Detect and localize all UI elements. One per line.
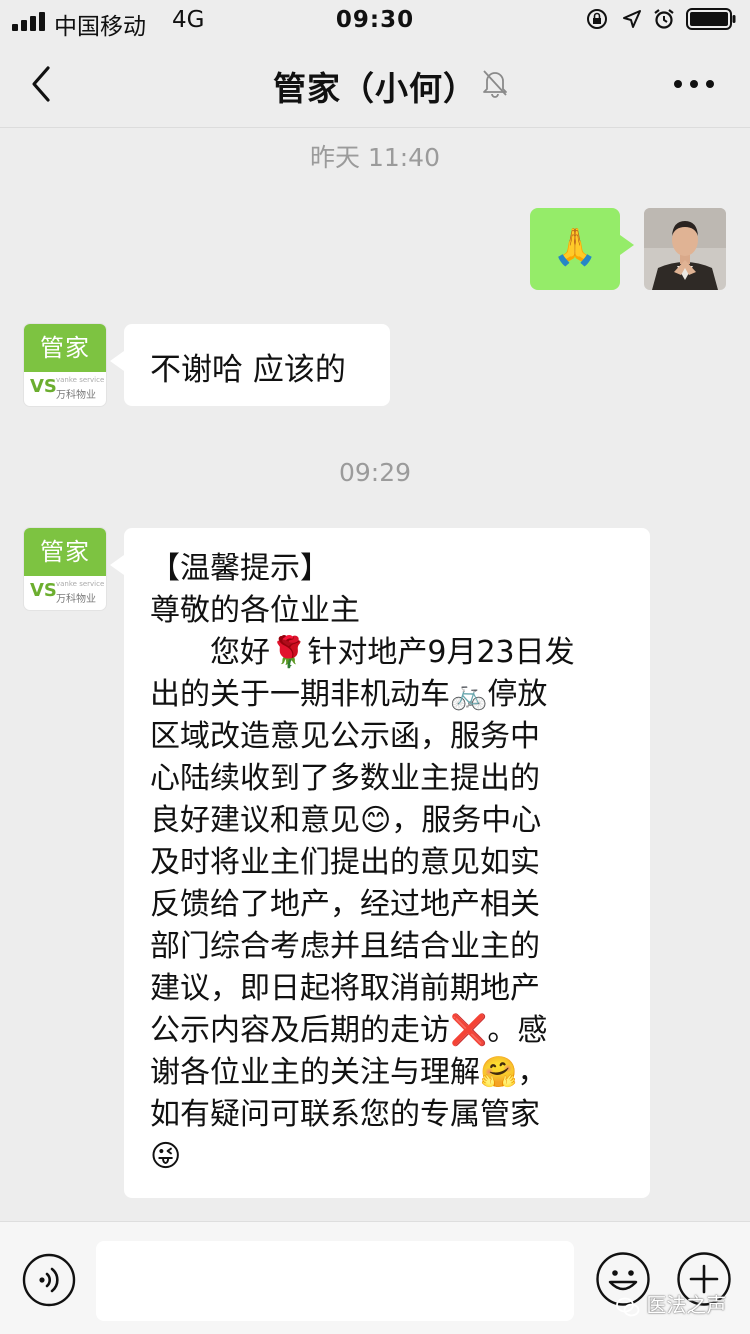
vanke-logo-cn: 万科物业: [56, 390, 96, 401]
notice-line: 😜: [150, 1139, 182, 1174]
carrier-label: 中国移动: [54, 14, 146, 40]
vanke-logo-en: vanke service: [56, 376, 105, 384]
vanke-logo-cn: 万科物业: [56, 594, 96, 605]
battery-icon: [686, 8, 736, 30]
notice-line: 良好建议和意见😊，服务中心: [150, 803, 542, 838]
notice-line: 部门综合考虑并且结合业主的: [150, 929, 540, 964]
notice-line: 如有疑问可联系您的专属管家: [150, 1097, 540, 1132]
my-avatar[interactable]: [644, 208, 726, 290]
alarm-icon: [654, 9, 674, 29]
message-text: 不谢哈 应该的: [150, 352, 346, 388]
message-input[interactable]: [96, 1241, 574, 1321]
mute-bell-icon: [483, 70, 507, 98]
notice-line: 反馈给了地产，经过地产相关: [150, 887, 540, 922]
chat-title: 管家（小何）: [273, 69, 477, 108]
title-wrap: 管家（小何）: [0, 62, 750, 110]
signal-icon: [12, 12, 45, 31]
wechat-logo-icon: [616, 1297, 640, 1316]
message-list[interactable]: 昨天 11:40 🙏 管家 VS vanke service 万科物业 不谢哈 …: [0, 129, 750, 1221]
rotation-lock-icon: [587, 9, 607, 29]
location-arrow-icon: [623, 10, 641, 28]
chat-header: 管家（小何）: [0, 40, 750, 128]
notice-line: 区域改造意见公示函，服务中: [150, 719, 540, 754]
vanke-logo-mark: VS: [30, 376, 57, 397]
notice-line: 心陆续收到了多数业主提出的: [150, 761, 540, 796]
person-photo-icon: [644, 208, 726, 290]
notice-line: 建议，即日起将取消前期地产: [150, 971, 540, 1006]
notice-line: 出的关于一期非机动车🚲停放: [150, 677, 548, 712]
incoming-message-bubble[interactable]: 不谢哈 应该的: [110, 324, 390, 406]
notice-text: 【温馨提示】 尊敬的各位业主 您好🌹针对地产9月23日发 出的关于一期非机动车🚲…: [150, 548, 640, 1178]
notice-message-bubble[interactable]: 【温馨提示】 尊敬的各位业主 您好🌹针对地产9月23日发 出的关于一期非机动车🚲…: [110, 528, 650, 1198]
more-dots-icon[interactable]: [672, 76, 716, 92]
notice-line: 尊敬的各位业主: [150, 593, 360, 628]
timestamp: 昨天 11:40: [310, 143, 440, 172]
back-chevron-icon[interactable]: [26, 64, 56, 104]
watermark: 医法之声: [616, 1289, 726, 1318]
vanke-logo-mark: VS: [30, 580, 57, 601]
watermark-text: 医法之声: [646, 1293, 727, 1317]
my-message-bubble[interactable]: 🙏: [530, 208, 634, 290]
network-type: 4G: [172, 7, 205, 33]
notice-line: 您好🌹针对地产9月23日发: [150, 635, 575, 670]
avatar-badge: 管家: [24, 324, 106, 372]
timestamp: 09:29: [338, 458, 412, 487]
status-bar: 中国移动 4G 09:30: [0, 0, 750, 40]
manager-avatar[interactable]: 管家 VS vanke service 万科物业: [24, 528, 106, 610]
notice-line: 公示内容及后期的走访❌。感: [150, 1013, 548, 1048]
chat-screen: 中国移动 4G 09:30 管家（小何） 昨天 11:40 🙏 管家 VS va…: [0, 0, 750, 1334]
my-message-text: 🙏: [552, 227, 598, 268]
vanke-logo-en: vanke service: [56, 580, 105, 588]
notice-line: 【温馨提示】: [150, 551, 330, 586]
notice-line: 及时将业主们提出的意见如实: [150, 845, 540, 880]
manager-avatar[interactable]: 管家 VS vanke service 万科物业: [24, 324, 106, 406]
notice-line: 谢各位业主的关注与理解🤗，: [150, 1055, 548, 1090]
voice-icon[interactable]: [22, 1253, 76, 1307]
avatar-badge: 管家: [24, 528, 106, 576]
